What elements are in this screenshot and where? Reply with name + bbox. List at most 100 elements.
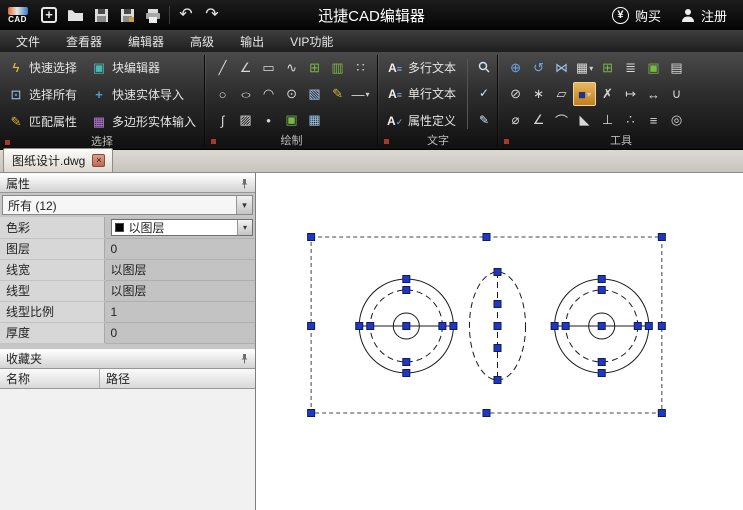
spline-button[interactable]: ∿	[280, 56, 303, 80]
region-button[interactable]: ▧	[303, 82, 326, 106]
register-button[interactable]: 注册	[671, 6, 737, 25]
rotate-button[interactable]: ↺	[527, 56, 550, 80]
quick-entity-import-button[interactable]: + 快速实体导入	[85, 81, 202, 108]
donut-button[interactable]: ⊙	[280, 82, 303, 106]
array-button[interactable]: ▦▾	[573, 56, 596, 80]
move-button[interactable]: ⊕	[504, 56, 527, 80]
paste-button[interactable]: ▤	[665, 56, 688, 80]
group-button[interactable]: ▣	[642, 56, 665, 80]
save-button[interactable]	[88, 2, 114, 28]
open-file-button[interactable]	[62, 2, 88, 28]
menu-item-file[interactable]: 文件	[3, 30, 53, 52]
mirror-button[interactable]: ⋈	[550, 56, 573, 80]
divide2-button[interactable]: ∴	[619, 108, 642, 132]
scale-button[interactable]: ▱	[550, 82, 573, 106]
image-button[interactable]: ▣	[280, 108, 303, 132]
trim-button[interactable]: ✗	[596, 82, 619, 106]
print-button[interactable]	[140, 2, 166, 28]
favorites-list[interactable]	[0, 389, 255, 510]
explode-button[interactable]: ∗	[527, 82, 550, 106]
multiline-text-icon: A≡	[387, 60, 403, 75]
align-button[interactable]: ≡	[642, 108, 665, 132]
menu-bar: 文件 查看器 编辑器 高级 输出 VIP功能	[0, 30, 743, 52]
pencil-icon: ✎	[479, 113, 489, 127]
pencil-button[interactable]: ✎	[326, 82, 349, 106]
line-button[interactable]: ╱	[211, 56, 234, 80]
stretch-button[interactable]: ↔	[642, 82, 665, 106]
logo-art	[8, 7, 28, 15]
fillet-button[interactable]: ⌒	[550, 108, 573, 132]
break-button[interactable]: ⊥	[596, 108, 619, 132]
match-properties-button[interactable]: ✎ 匹配属性	[2, 108, 83, 135]
undo-button[interactable]: ↶	[173, 2, 199, 28]
property-value[interactable]: 0	[104, 322, 255, 343]
polygon-entity-input-button[interactable]: ▦ 多边形实体输入	[85, 108, 202, 135]
distance-button[interactable]: ⌀	[504, 108, 527, 132]
extend-button[interactable]: ↦	[619, 82, 642, 106]
block-button[interactable]: ⊞	[303, 56, 326, 80]
hatch-button[interactable]: ▨	[234, 108, 257, 132]
multiline-text-button[interactable]: A≡ 多行文本	[381, 59, 462, 76]
polyline-button[interactable]: ∠	[234, 56, 257, 80]
join-button[interactable]: ∪	[665, 82, 688, 106]
redo-button[interactable]: ↷	[199, 2, 225, 28]
active-tool-button[interactable]: ■▾	[573, 82, 596, 106]
rect-button[interactable]: ▭	[257, 56, 280, 80]
property-value[interactable]: 0	[104, 238, 255, 259]
dialog-launcher-icon[interactable]	[211, 139, 216, 144]
dialog-launcher-icon[interactable]	[384, 139, 389, 144]
close-icon[interactable]: ×	[92, 154, 105, 167]
buy-button[interactable]: ¥ 购买	[602, 6, 671, 25]
logo-text: CAD	[8, 15, 27, 24]
erase-icon: ⊘	[510, 86, 521, 102]
dialog-launcher-icon[interactable]	[504, 139, 509, 144]
block-editor-button[interactable]: ▣ 块编辑器	[85, 54, 202, 81]
document-tab[interactable]: 图纸设计.dwg ×	[3, 148, 113, 172]
select-all-button[interactable]: ⊡ 选择所有	[2, 81, 83, 108]
table-button[interactable]: ▦	[303, 108, 326, 132]
copy-button[interactable]: ⊞	[596, 56, 619, 80]
property-value[interactable]: 1	[104, 301, 255, 322]
properties-panel-header: 属性	[0, 173, 255, 193]
group-icon: ▣	[647, 60, 659, 76]
menu-item-output[interactable]: 输出	[227, 30, 277, 52]
property-value[interactable]: 以图层	[104, 259, 255, 280]
menu-item-vip[interactable]: VIP功能	[277, 30, 346, 52]
drawing-canvas[interactable]	[256, 173, 743, 510]
property-value[interactable]: 以图层	[104, 280, 255, 301]
quick-select-button[interactable]: ϟ 快速选择	[2, 54, 83, 81]
new-file-button[interactable]: +	[36, 2, 62, 28]
table-row: 线型 以图层	[0, 280, 255, 301]
point-button[interactable]: •	[257, 108, 280, 132]
property-filter-dropdown[interactable]: 所有 (12) ▾	[2, 195, 253, 215]
attribute-define-button[interactable]: A✓ 属性定义	[381, 112, 462, 129]
spell-check-button[interactable]: ✓	[473, 86, 495, 100]
singleline-text-button[interactable]: A≡ 单行文本	[381, 85, 462, 102]
construction-button[interactable]: ―▾	[349, 82, 372, 106]
menu-item-viewer[interactable]: 查看器	[53, 30, 115, 52]
circle-button[interactable]: ○	[211, 82, 234, 106]
menu-item-editor[interactable]: 编辑器	[115, 30, 177, 52]
options-button[interactable]: ◎	[665, 108, 688, 132]
dialog-launcher-icon[interactable]	[5, 140, 10, 145]
cad-drawing[interactable]	[256, 173, 743, 510]
divide-button[interactable]: ∷	[349, 56, 372, 80]
pin-icon[interactable]	[240, 353, 249, 364]
color-combo[interactable]: 以图层 ▾	[111, 219, 254, 236]
angle-button[interactable]: ∠	[527, 108, 550, 132]
pin-icon[interactable]	[240, 178, 249, 189]
find-replace-button[interactable]	[473, 61, 495, 73]
scurve-button[interactable]: ∫	[211, 108, 234, 132]
erase-button[interactable]: ⊘	[504, 82, 527, 106]
ellipse-button[interactable]: ○	[234, 82, 257, 106]
break-icon: ⊥	[602, 112, 613, 128]
wipeout-button[interactable]: ▥	[326, 56, 349, 80]
chamfer-button[interactable]: ◣	[573, 108, 596, 132]
table-row: 色彩 以图层 ▾	[0, 217, 255, 238]
save-as-button[interactable]	[114, 2, 140, 28]
table-row: 线宽 以图层	[0, 259, 255, 280]
arc-button[interactable]: ◠	[257, 82, 280, 106]
menu-item-advanced[interactable]: 高级	[177, 30, 227, 52]
text-style-button[interactable]: ✎	[473, 113, 495, 127]
offset-button[interactable]: ≣	[619, 56, 642, 80]
